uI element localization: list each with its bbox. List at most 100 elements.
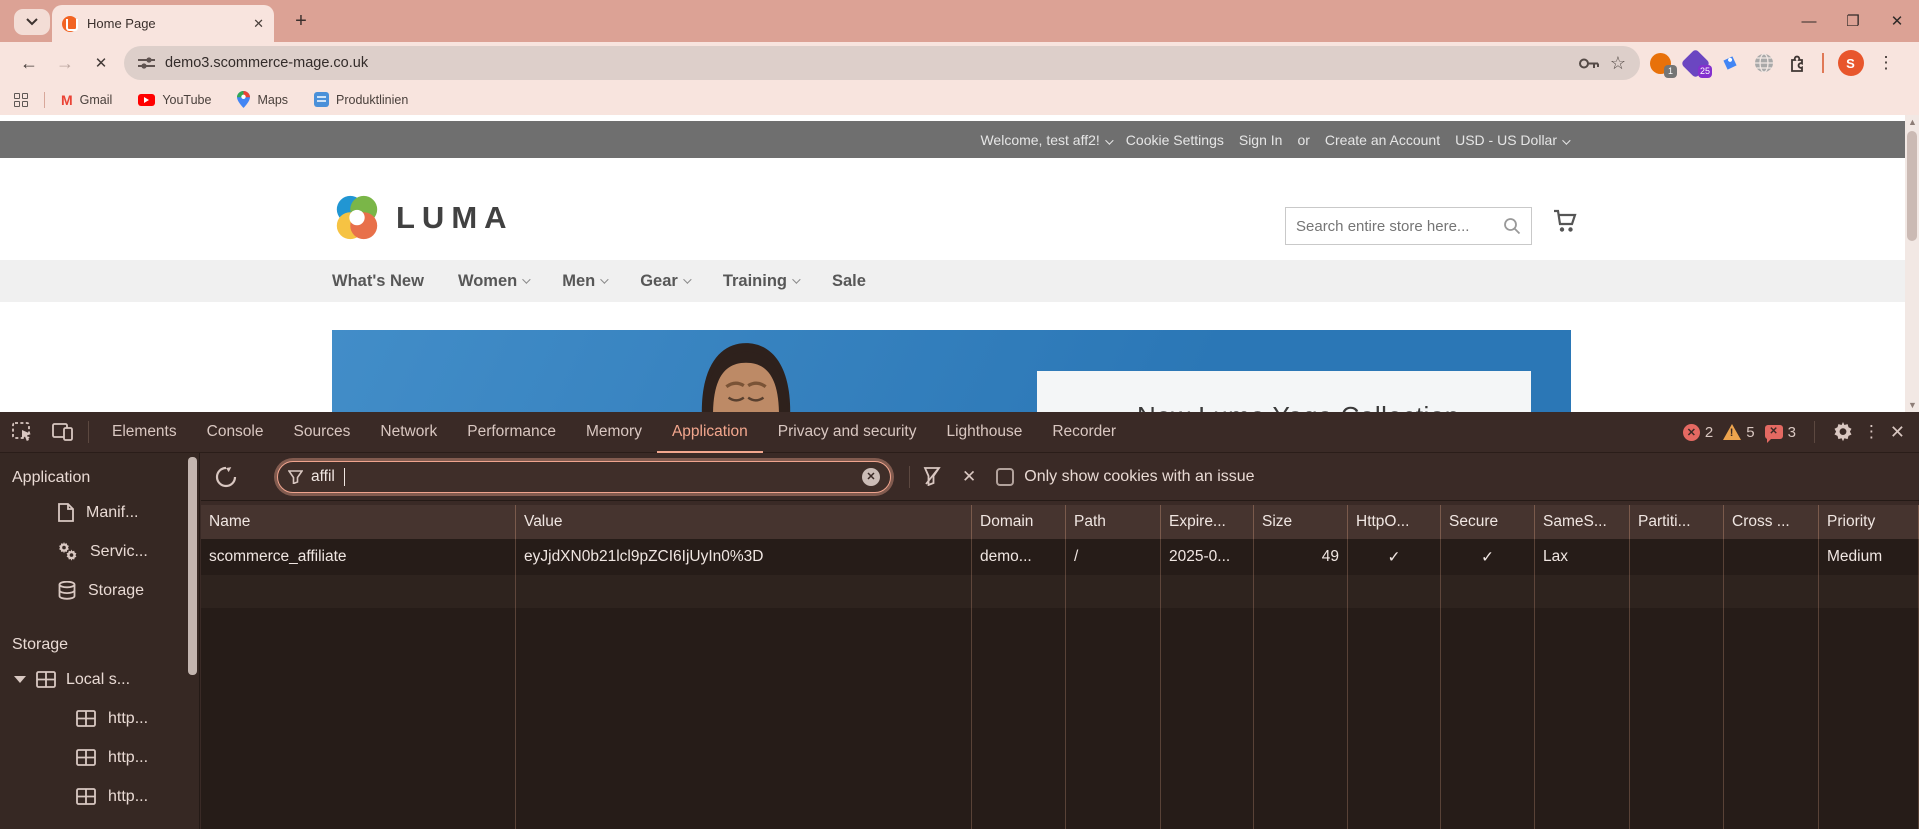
- cookie-domain-cell[interactable]: demo...: [972, 539, 1066, 575]
- column-header[interactable]: Cross ...: [1724, 505, 1819, 539]
- reset-filters-icon[interactable]: [922, 467, 942, 486]
- profile-avatar[interactable]: S: [1838, 50, 1864, 76]
- cookie-cross-cell[interactable]: [1724, 539, 1819, 575]
- expander-triangle-icon[interactable]: [14, 676, 26, 683]
- devtools-tab-recorder[interactable]: Recorder: [1037, 412, 1131, 453]
- bookmark-gmail[interactable]: M Gmail: [61, 92, 112, 108]
- devtools-tab-network[interactable]: Network: [365, 412, 452, 453]
- cookie-filter-input[interactable]: affil ✕: [277, 461, 891, 493]
- extension-tag-icon[interactable]: [1720, 53, 1740, 73]
- window-minimize-button[interactable]: —: [1787, 0, 1831, 42]
- store-logo[interactable]: LUMA: [332, 193, 514, 243]
- column-header[interactable]: Value: [516, 505, 972, 539]
- issues-badge[interactable]: ✕3: [1765, 424, 1796, 441]
- devtools-tab-application[interactable]: Application: [657, 412, 763, 453]
- scroll-down-icon[interactable]: ▼: [1908, 401, 1916, 409]
- cookie-settings-link[interactable]: Cookie Settings: [1126, 132, 1224, 148]
- console-warnings-badge[interactable]: 5: [1723, 424, 1754, 441]
- cookie-name-cell[interactable]: scommerce_affiliate: [201, 539, 516, 575]
- welcome-message[interactable]: Welcome, test aff2!: [980, 132, 1110, 148]
- nav-men[interactable]: Men: [562, 272, 606, 291]
- bookmark-produktlinien[interactable]: Produktlinien: [314, 92, 408, 107]
- scrollbar-thumb[interactable]: [188, 457, 197, 675]
- cookie-httponly-cell[interactable]: ✓: [1348, 539, 1441, 575]
- cookie-size-cell[interactable]: 49: [1254, 539, 1348, 575]
- device-toolbar-icon[interactable]: [46, 418, 80, 446]
- create-account-link[interactable]: Create an Account: [1325, 132, 1440, 148]
- devtools-tab-lighthouse[interactable]: Lighthouse: [931, 412, 1037, 453]
- cookie-value-cell[interactable]: eyJjdXN0b21lcl9pZCI6IjUyIn0%3D: [516, 539, 972, 575]
- sidebar-scrollbar[interactable]: [188, 457, 197, 825]
- column-header[interactable]: Path: [1066, 505, 1161, 539]
- devtools-tab-console[interactable]: Console: [192, 412, 279, 453]
- nav-training[interactable]: Training: [723, 272, 798, 291]
- devtools-tab-privacy[interactable]: Privacy and security: [763, 412, 932, 453]
- tab-search-button[interactable]: [14, 9, 50, 35]
- sidebar-item-manifest[interactable]: Manif...: [0, 493, 199, 532]
- cookie-samesite-cell[interactable]: Lax: [1535, 539, 1630, 575]
- browser-menu-icon[interactable]: ⋮: [1878, 53, 1895, 73]
- extensions-puzzle-icon[interactable]: [1788, 53, 1808, 73]
- bookmark-star-icon[interactable]: ☆: [1610, 53, 1626, 74]
- back-button[interactable]: ←: [16, 50, 42, 76]
- scroll-up-icon[interactable]: ▲: [1908, 118, 1916, 126]
- bookmark-youtube[interactable]: YouTube: [138, 93, 211, 107]
- window-close-button[interactable]: ✕: [1875, 0, 1919, 42]
- sidebar-item-local-storage[interactable]: Local s...: [0, 660, 199, 699]
- cookie-priority-cell[interactable]: Medium: [1819, 539, 1919, 575]
- sidebar-item-origin[interactable]: http...: [0, 777, 199, 816]
- page-scrollbar[interactable]: ▲ ▼: [1905, 115, 1919, 412]
- cookie-path-cell[interactable]: /: [1066, 539, 1161, 575]
- cookie-row[interactable]: scommerce_affiliate eyJjdXN0b21lcl9pZCI6…: [201, 539, 1919, 575]
- site-settings-icon[interactable]: [138, 56, 155, 70]
- hero-banner[interactable]: New Luma Yoga Collection: [332, 330, 1571, 412]
- sidebar-item-storage[interactable]: Storage: [0, 571, 199, 610]
- sign-in-link[interactable]: Sign In: [1239, 132, 1283, 148]
- devtools-menu-icon[interactable]: ⋮: [1863, 422, 1880, 442]
- column-header[interactable]: Domain: [972, 505, 1066, 539]
- nav-women[interactable]: Women: [458, 272, 528, 291]
- password-key-icon[interactable]: [1578, 57, 1600, 70]
- address-bar[interactable]: demo3.scommerce-mage.co.uk ☆: [124, 46, 1640, 80]
- extension-orange-icon[interactable]: 1: [1650, 53, 1671, 74]
- sidebar-item-origin[interactable]: http...: [0, 738, 199, 777]
- devtools-tab-memory[interactable]: Memory: [571, 412, 657, 453]
- refresh-icon[interactable]: [215, 466, 237, 488]
- currency-switcher[interactable]: USD - US Dollar: [1455, 132, 1568, 148]
- delete-all-cookies-icon[interactable]: ✕: [956, 467, 982, 487]
- cookie-table-header[interactable]: Name Value Domain Path Expire... Size Ht…: [201, 505, 1919, 539]
- stop-button[interactable]: ✕: [88, 50, 114, 76]
- browser-tab[interactable]: Home Page ✕: [52, 5, 274, 42]
- globe-icon[interactable]: [1754, 53, 1774, 73]
- scrollbar-thumb[interactable]: [1907, 131, 1917, 241]
- column-header[interactable]: Expire...: [1161, 505, 1254, 539]
- sidebar-item-service-workers[interactable]: Servic...: [0, 532, 199, 571]
- nav-sale[interactable]: Sale: [832, 272, 866, 291]
- column-header[interactable]: Size: [1254, 505, 1348, 539]
- devtools-tab-elements[interactable]: Elements: [97, 412, 192, 453]
- apps-grid-icon[interactable]: [14, 93, 28, 107]
- column-header[interactable]: Secure: [1441, 505, 1535, 539]
- cookie-expires-cell[interactable]: 2025-0...: [1161, 539, 1254, 575]
- column-header[interactable]: Name: [201, 505, 516, 539]
- forward-button[interactable]: →: [52, 50, 78, 76]
- inspect-element-icon[interactable]: [6, 418, 40, 446]
- tab-close-icon[interactable]: ✕: [253, 16, 264, 32]
- cookie-secure-cell[interactable]: ✓: [1441, 539, 1535, 575]
- search-input[interactable]: [1296, 218, 1503, 235]
- devtools-close-icon[interactable]: ✕: [1890, 422, 1905, 443]
- nav-whats-new[interactable]: What's New: [332, 272, 424, 291]
- devtools-tab-performance[interactable]: Performance: [452, 412, 571, 453]
- column-header[interactable]: HttpO...: [1348, 505, 1441, 539]
- console-errors-badge[interactable]: ✕2: [1683, 424, 1713, 441]
- settings-gear-icon[interactable]: [1833, 422, 1853, 442]
- bookmark-maps[interactable]: Maps: [237, 91, 288, 108]
- clear-filter-icon[interactable]: ✕: [862, 468, 880, 486]
- nav-gear[interactable]: Gear: [640, 272, 689, 291]
- sidebar-item-origin[interactable]: http...: [0, 699, 199, 738]
- search-icon[interactable]: [1503, 217, 1521, 235]
- extension-purple-icon[interactable]: 25: [1685, 53, 1706, 74]
- new-tab-button[interactable]: +: [288, 8, 314, 34]
- issue-cookies-checkbox[interactable]: [996, 468, 1014, 486]
- devtools-tab-sources[interactable]: Sources: [279, 412, 366, 453]
